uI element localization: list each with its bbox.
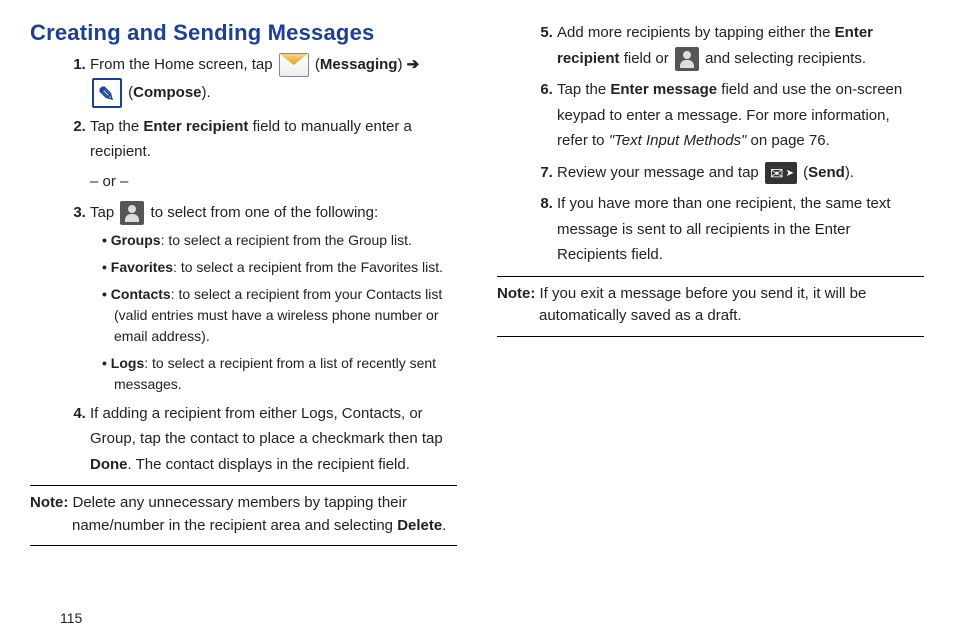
bold-label: Logs (111, 355, 144, 371)
arrow-icon: ➔ (407, 56, 420, 73)
step-1: From the Home screen, tap (Messaging) ➔ … (90, 52, 457, 108)
step-7: Review your message and tap (Send). (557, 160, 924, 186)
note-2: Note: If you exit a message before you s… (497, 283, 924, 328)
text: : to select a recipient from the Favorit… (173, 259, 443, 275)
step-3: Tap to select from one of the following:… (90, 200, 457, 395)
text: Delete any unnecessary members by tappin… (68, 494, 407, 534)
text: ). (202, 83, 211, 100)
text: If you have more than one recipient, the… (557, 195, 891, 263)
bold-label: Enter recipient (143, 118, 248, 135)
manual-page: Creating and Sending Messages From the H… (0, 0, 954, 636)
text: From the Home screen, tap (90, 56, 277, 73)
divider (497, 336, 924, 337)
bold-label: Done (90, 456, 128, 473)
bold-label: Messaging (320, 56, 398, 73)
text: to select from one of the following: (151, 204, 379, 221)
text: If you exit a message before you send it… (535, 285, 866, 325)
sub-logs: Logs: to select a recipient from a list … (102, 353, 457, 395)
compose-icon (92, 78, 122, 108)
divider (497, 276, 924, 277)
section-title: Creating and Sending Messages (30, 20, 457, 46)
bold-label: Favorites (111, 259, 173, 275)
bold-label: Compose (133, 83, 201, 100)
contact-icon (120, 201, 144, 225)
bold-label: Enter message (610, 81, 717, 98)
left-column: Creating and Sending Messages From the H… (30, 20, 457, 626)
text: ) (397, 56, 406, 73)
text: on page 76. (746, 132, 829, 149)
text: Tap the (90, 118, 143, 135)
text: Tap (90, 204, 118, 221)
bold-label: Contacts (111, 286, 171, 302)
text: . (442, 517, 446, 534)
sub-options: Groups: to select a recipient from the G… (90, 230, 457, 395)
text: and selecting recipients. (705, 50, 866, 67)
step-8: If you have more than one recipient, the… (557, 191, 924, 268)
page-number: 115 (60, 610, 82, 626)
right-column: Add more recipients by tapping either th… (497, 20, 924, 626)
text: : to select a recipient from the Group l… (161, 232, 412, 248)
text: : to select a recipient from a list of r… (114, 355, 436, 392)
text: If adding a recipient from either Logs, … (90, 405, 443, 448)
text: field or (620, 50, 673, 67)
italic-ref: "Text Input Methods" (609, 132, 747, 149)
note-label: Note: (497, 285, 535, 302)
note-label: Note: (30, 494, 68, 511)
steps-list-right: Add more recipients by tapping either th… (497, 20, 924, 268)
text: Add more recipients by tapping either th… (557, 24, 835, 41)
step-6: Tap the Enter message field and use the … (557, 77, 924, 154)
step-5: Add more recipients by tapping either th… (557, 20, 924, 71)
text: Tap the (557, 81, 610, 98)
bold-label: Delete (397, 517, 442, 534)
step-4: If adding a recipient from either Logs, … (90, 401, 457, 478)
steps-list-left: From the Home screen, tap (Messaging) ➔ … (30, 52, 457, 477)
sub-favorites: Favorites: to select a recipient from th… (102, 257, 457, 278)
divider (30, 485, 457, 486)
step-2: Tap the Enter recipient field to manuall… (90, 114, 457, 195)
bold-label: Groups (111, 232, 161, 248)
text: Review your message and tap (557, 164, 763, 181)
divider (30, 545, 457, 546)
sub-groups: Groups: to select a recipient from the G… (102, 230, 457, 251)
note-1: Note: Delete any unnecessary members by … (30, 492, 457, 537)
sub-contacts: Contacts: to select a recipient from you… (102, 284, 457, 347)
or-text: – or – (90, 169, 457, 195)
text: ). (845, 164, 854, 181)
text: . The contact displays in the recipient … (128, 456, 410, 473)
contact-icon (675, 47, 699, 71)
bold-label: Send (808, 164, 845, 181)
send-icon (765, 162, 797, 184)
messaging-icon (279, 53, 309, 77)
